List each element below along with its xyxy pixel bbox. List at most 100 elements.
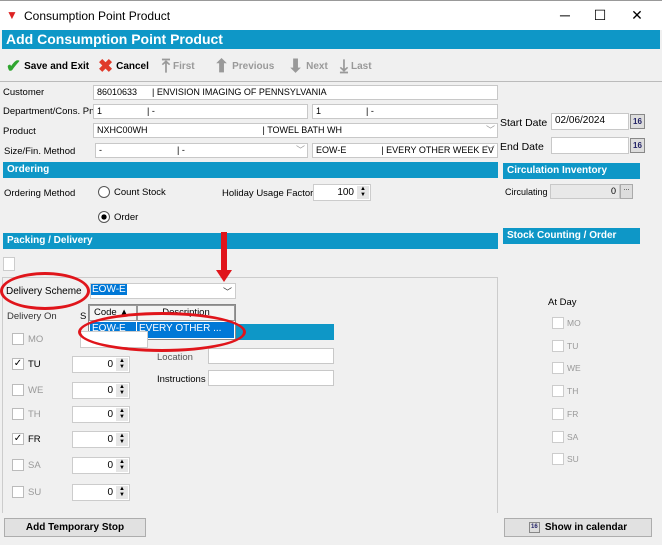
calendar-icon[interactable]: 16	[630, 138, 645, 153]
end-date-label: End Date	[500, 141, 544, 153]
spin-arrows-icon[interactable]: ▲ ▼	[116, 384, 128, 397]
size-label: Size/Fin. Method	[4, 146, 76, 157]
at-day-label: At Day	[548, 297, 577, 308]
stock-day-label: SA	[567, 431, 579, 442]
department-field[interactable]: 1 | -	[93, 104, 308, 119]
arrow-last-icon: ⤓	[340, 56, 348, 76]
next-button[interactable]: ⬇ Next	[288, 56, 328, 77]
packing-section-header: Packing / Delivery	[3, 233, 498, 249]
day-label: WE	[28, 385, 44, 396]
spin-arrows-icon[interactable]: ▲ ▼	[116, 486, 128, 499]
arrow-down-icon: ⬇	[288, 56, 304, 76]
cancel-button[interactable]: ✖ Cancel	[98, 56, 149, 77]
stock-day-checkbox[interactable]	[552, 453, 564, 466]
title-bar: ▼ Consumption Point Product ─ ☐ ✕	[0, 0, 662, 30]
product-label: Product	[3, 126, 36, 137]
day-label: SA	[28, 460, 41, 471]
start-date-label: Start Date	[500, 117, 548, 129]
stock-day-checkbox[interactable]	[552, 430, 564, 443]
day-quantity-spinner[interactable]: 0 ▲ ▼	[72, 356, 130, 373]
spin-arrows-icon[interactable]: ▲ ▼	[116, 459, 128, 472]
day-quantity-spinner[interactable]: 0 ▲ ▼	[72, 406, 130, 423]
stock-day-checkbox[interactable]	[552, 407, 564, 420]
day-label: SU	[28, 487, 42, 498]
stock-day-checkbox[interactable]	[552, 385, 564, 398]
last-button[interactable]: ⤓ Last	[340, 56, 372, 77]
day-checkbox-mo[interactable]	[12, 333, 24, 345]
close-button[interactable]: ✕	[627, 7, 647, 24]
circulating-label: Circulating	[505, 187, 548, 197]
page-title: Add Consumption Point Product	[2, 30, 660, 49]
holiday-usage-spinner[interactable]: 100 ▲ ▼	[313, 184, 371, 201]
calendar-icon: 16	[528, 522, 540, 533]
day-checkbox-sa[interactable]	[12, 459, 24, 471]
stock-day-label: WE	[567, 363, 581, 374]
department-label: Department/Cons. Pnt	[3, 106, 97, 117]
stock-counting-section-header: Stock Counting / Order	[503, 228, 640, 244]
size-select[interactable]: - | - ﹀	[95, 143, 308, 158]
end-date-field[interactable]	[551, 137, 629, 154]
chevron-down-icon: ﹀	[222, 287, 232, 297]
stock-day-label: MO	[567, 318, 581, 328]
location-field[interactable]	[208, 348, 334, 364]
minimize-button[interactable]: ─	[555, 7, 575, 23]
location-label: Location	[157, 352, 193, 363]
stock-day-label: TU	[567, 340, 579, 351]
circulating-more-button[interactable]: ...	[620, 184, 633, 199]
stock-day-label: FR	[567, 408, 579, 419]
day-checkbox-tu[interactable]: ✓	[12, 358, 24, 370]
day-checkbox-fr[interactable]: ✓	[12, 433, 24, 445]
x-icon: ✖	[98, 56, 114, 76]
show-in-calendar-button[interactable]: 16 Show in calendar	[504, 518, 652, 537]
cons-point-field[interactable]: 1 | -	[312, 104, 498, 119]
s-label: S	[80, 311, 87, 322]
stock-day-label: SU	[567, 454, 579, 465]
day-quantity-spinner[interactable]: 0 ▲ ▼	[72, 382, 130, 399]
day-quantity-spinner[interactable]: 0 ▲ ▼	[72, 431, 130, 448]
annotation-circle	[0, 272, 90, 310]
customer-field[interactable]: 86010633 | ENVISION IMAGING OF PENNSYLVA…	[93, 85, 498, 100]
delivery-on-label: Delivery On	[7, 311, 57, 322]
day-checkbox-we[interactable]	[12, 384, 24, 396]
order-radio[interactable]: Order	[98, 211, 138, 223]
holiday-usage-label: Holiday Usage Factor	[222, 188, 314, 199]
stock-day-checkbox[interactable]	[552, 339, 564, 352]
fin-method-select[interactable]: EOW-E | EVERY OTHER WEEK EV ﹀	[312, 143, 498, 158]
stock-day-label: TH	[567, 386, 579, 397]
customer-label: Customer	[3, 87, 45, 98]
circulation-section-header: Circulation Inventory	[503, 163, 640, 179]
add-temporary-stop-button[interactable]: Add Temporary Stop	[4, 518, 146, 537]
delivery-scheme-select[interactable]: EOW-E ﹀	[90, 283, 236, 299]
divider	[0, 81, 662, 82]
count-stock-radio[interactable]: Count Stock	[98, 186, 166, 198]
stock-day-checkbox[interactable]	[552, 317, 564, 329]
save-and-exit-button[interactable]: ✔ Save and Exit	[6, 56, 89, 77]
annotation-circle	[78, 312, 246, 352]
day-checkbox-th[interactable]	[12, 408, 24, 420]
day-label: FR	[28, 434, 41, 445]
start-date-field[interactable]: 02/06/2024	[551, 113, 629, 130]
calendar-icon[interactable]: 16	[630, 114, 645, 129]
first-button[interactable]: ⤒ First	[162, 56, 195, 77]
tab-stub[interactable]	[3, 257, 15, 271]
app-logo-icon: ▼	[6, 8, 18, 22]
chevron-down-icon: ﹀	[485, 125, 495, 135]
day-quantity-spinner[interactable]: 0 ▲ ▼	[72, 457, 130, 474]
previous-button[interactable]: ⬆ Previous	[214, 56, 274, 77]
spin-arrows-icon[interactable]: ▲ ▼	[116, 358, 128, 371]
spin-arrows-icon[interactable]: ▲ ▼	[116, 408, 128, 421]
checkmark-icon: ✔	[6, 56, 22, 76]
window-title: Consumption Point Product	[24, 9, 171, 23]
instructions-field[interactable]	[208, 370, 334, 386]
product-select[interactable]: NXHC00WH | TOWEL BATH WH ﹀	[93, 123, 498, 138]
stock-day-checkbox[interactable]	[552, 362, 564, 375]
circulating-field: 0	[550, 184, 620, 199]
day-label: TU	[28, 359, 41, 370]
spin-arrows-icon[interactable]: ▲ ▼	[116, 433, 128, 446]
day-quantity-spinner[interactable]: 0 ▲ ▼	[72, 484, 130, 501]
selected-row-highlight	[236, 324, 334, 340]
spin-arrows-icon[interactable]: ▲ ▼	[357, 186, 369, 199]
day-checkbox-su[interactable]	[12, 486, 24, 498]
annotation-arrow-head	[216, 270, 232, 282]
maximize-button[interactable]: ☐	[590, 7, 610, 24]
